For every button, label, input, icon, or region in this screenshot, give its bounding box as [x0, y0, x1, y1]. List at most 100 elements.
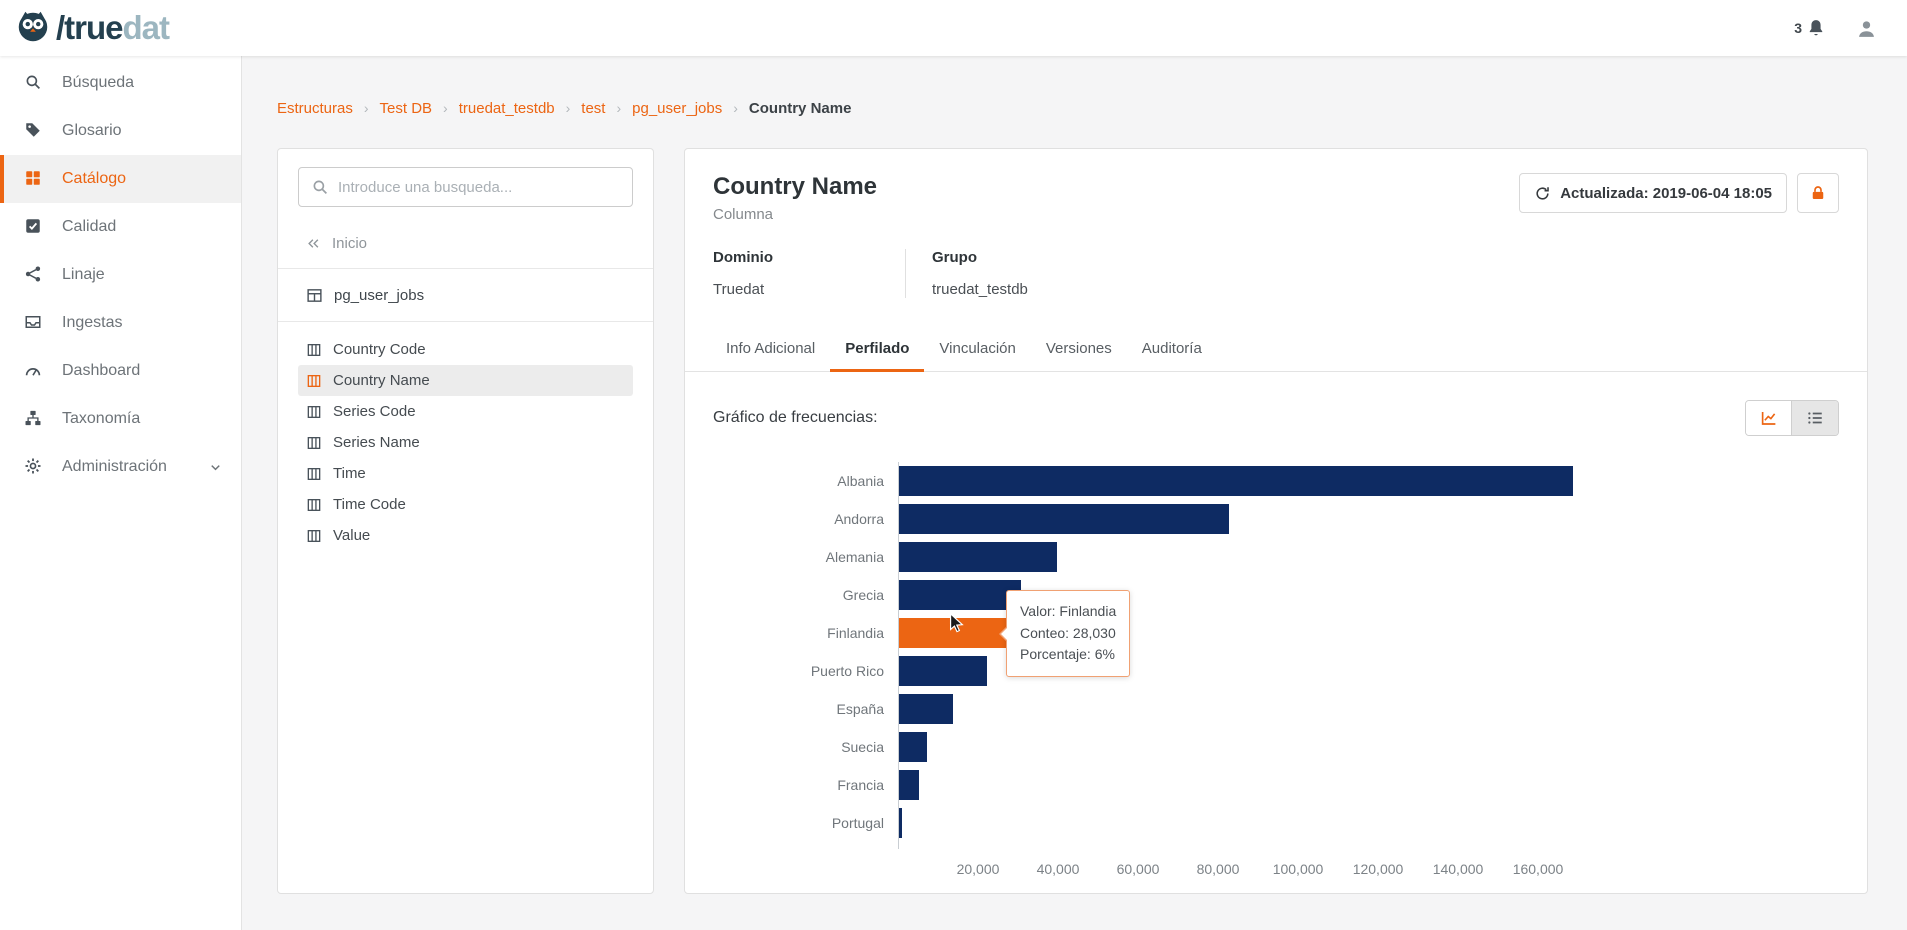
bar-portugal[interactable] — [899, 808, 902, 838]
column-icon — [306, 528, 322, 544]
logo-wordmark: /truedat — [56, 9, 170, 47]
title-block: Country Name Columna — [713, 173, 877, 223]
truedat-logo[interactable]: /truedat — [14, 7, 170, 50]
bar-label-portugal: Portugal — [831, 815, 884, 831]
share-icon — [24, 265, 44, 285]
line-chart-icon — [1760, 409, 1778, 427]
back-to-inicio[interactable]: Inicio — [298, 235, 633, 252]
bar-row — [899, 690, 1839, 728]
sidebar-item-label: Búsqueda — [62, 74, 135, 91]
column-icon — [306, 404, 322, 420]
check-icon — [24, 217, 44, 237]
column-item-country-name[interactable]: Country Name — [298, 365, 633, 396]
lock-button[interactable] — [1797, 173, 1839, 213]
dominio-value: Truedat — [713, 281, 765, 298]
sidebar-item-label: Dashboard — [62, 362, 141, 379]
sidebar-item-dashboard[interactable]: Dashboard — [0, 347, 241, 395]
chart-view-button[interactable] — [1746, 401, 1792, 435]
grid-icon — [24, 169, 44, 189]
dominio-block: Dominio Truedat — [713, 249, 905, 298]
bar-label-grecia: Grecia — [842, 587, 884, 603]
logo-text-bold: true — [64, 9, 123, 46]
bar-suecia[interactable] — [899, 732, 927, 762]
bar-francia[interactable] — [899, 770, 919, 800]
chevron-down-icon[interactable] — [208, 460, 223, 475]
axis-tick: 160,000 — [1512, 861, 1564, 877]
bar-label-alemania: Alemania — [825, 549, 884, 565]
sidebar-item-administracion[interactable]: Administración — [0, 443, 241, 491]
column-item-series-code[interactable]: Series Code — [298, 396, 633, 427]
bar-label-puerto-rico: Puerto Rico — [810, 663, 884, 679]
bar-puerto-rico[interactable] — [899, 656, 987, 686]
divider — [278, 321, 653, 322]
sidebar-item-linaje[interactable]: Linaje — [0, 251, 241, 299]
column-icon — [306, 466, 322, 482]
inbox-icon — [24, 313, 44, 333]
sidebar-item-busqueda[interactable]: Búsqueda — [0, 59, 241, 107]
sidebar-item-catalogo[interactable]: Catálogo — [0, 155, 241, 203]
column-item-time-code[interactable]: Time Code — [298, 489, 633, 520]
bar-andorra[interactable] — [899, 504, 1229, 534]
tab-perfilado[interactable]: Perfilado — [830, 328, 925, 372]
column-item-series-name[interactable]: Series Name — [298, 427, 633, 458]
breadcrumb-link-truedat-testdb[interactable]: truedat_testdb — [459, 100, 555, 117]
app-header: /truedat 3 — [0, 0, 1907, 56]
bar-grecia[interactable] — [899, 580, 1021, 610]
breadcrumb-separator: › — [443, 100, 448, 116]
sidebar-item-calidad[interactable]: Calidad — [0, 203, 241, 251]
cards-row: Inicio pg_user_jobs Country CodeCountry … — [277, 148, 1868, 894]
tooltip-valor: Valor: Finlandia — [1020, 603, 1117, 619]
grupo-value: truedat_testdb — [932, 281, 1028, 298]
breadcrumb-link-estructuras[interactable]: Estructuras — [277, 100, 353, 117]
content-area: Estructuras › Test DB › truedat_testdb › test ›… — [242, 56, 1907, 930]
updated-label: Actualizada: 2019-06-04 18:05 — [1560, 184, 1772, 202]
owl-logo-icon — [14, 7, 52, 50]
column-list: Country Code Country Name Series Code Serie… — [298, 334, 633, 551]
breadcrumb-link-test-db[interactable]: Test DB — [380, 100, 433, 117]
structure-search-input[interactable] — [338, 178, 620, 196]
chart-tooltip: Valor: Finlandia Conteo: 28,030 Porcenta… — [1006, 590, 1131, 678]
column-label: Series Code — [333, 403, 416, 420]
chart-heading: Gráfico de frecuencias: — [713, 409, 878, 426]
structure-search[interactable] — [298, 167, 633, 207]
bar-row — [899, 538, 1839, 576]
sidebar-item-label: Ingestas — [62, 314, 123, 331]
breadcrumb-link-pg-user-jobs[interactable]: pg_user_jobs — [632, 100, 722, 117]
sidebar-item-taxonomia[interactable]: Taxonomía — [0, 395, 241, 443]
bar-espana[interactable] — [899, 694, 953, 724]
gear-icon — [24, 457, 44, 477]
bar-alemania[interactable] — [899, 542, 1057, 572]
sidebar-item-glosario[interactable]: Glosario — [0, 107, 241, 155]
column-label: Value — [333, 527, 371, 544]
bar-label-albania: Albania — [837, 473, 884, 489]
list-icon — [1806, 409, 1824, 427]
bar-row — [899, 500, 1839, 538]
refresh-updated-button[interactable]: Actualizada: 2019-06-04 18:05 — [1519, 173, 1787, 213]
bar-albania[interactable] — [899, 466, 1573, 496]
breadcrumb-link-test[interactable]: test — [581, 100, 605, 117]
column-item-time[interactable]: Time — [298, 458, 633, 489]
axis-tick: 20,000 — [956, 861, 1000, 877]
grupo-label: Grupo — [932, 249, 977, 266]
list-view-button[interactable] — [1792, 401, 1838, 435]
bar-label-suecia: Suecia — [841, 739, 884, 755]
sidebar-item-label: Catálogo — [62, 170, 127, 187]
column-item-country-code[interactable]: Country Code — [298, 334, 633, 365]
tab-vinculacion[interactable]: Vinculación — [924, 328, 1030, 371]
tab-info-adicional[interactable]: Info Adicional — [711, 328, 830, 371]
column-icon — [306, 435, 322, 451]
table-item-pg-user-jobs[interactable]: pg_user_jobs — [298, 269, 633, 321]
tab-versiones[interactable]: Versiones — [1031, 328, 1127, 371]
main-sidebar: Búsqueda Glosario Catálogo Calidad Linaje Ing… — [0, 56, 242, 930]
breadcrumb-separator: › — [616, 100, 622, 116]
lock-icon — [1809, 184, 1827, 202]
sidebar-item-ingestas[interactable]: Ingestas — [0, 299, 241, 347]
detail-actions: Actualizada: 2019-06-04 18:05 — [1519, 173, 1839, 213]
notifications-button[interactable]: 3 — [1794, 18, 1826, 38]
user-menu-button[interactable] — [1856, 18, 1877, 39]
tab-auditoria[interactable]: Auditoría — [1127, 328, 1217, 371]
column-item-value[interactable]: Value — [298, 520, 633, 551]
axis-tick: 140,000 — [1432, 861, 1484, 877]
notification-count: 3 — [1794, 20, 1802, 36]
tooltip-conteo: Conteo: 28,030 — [1020, 624, 1116, 641]
